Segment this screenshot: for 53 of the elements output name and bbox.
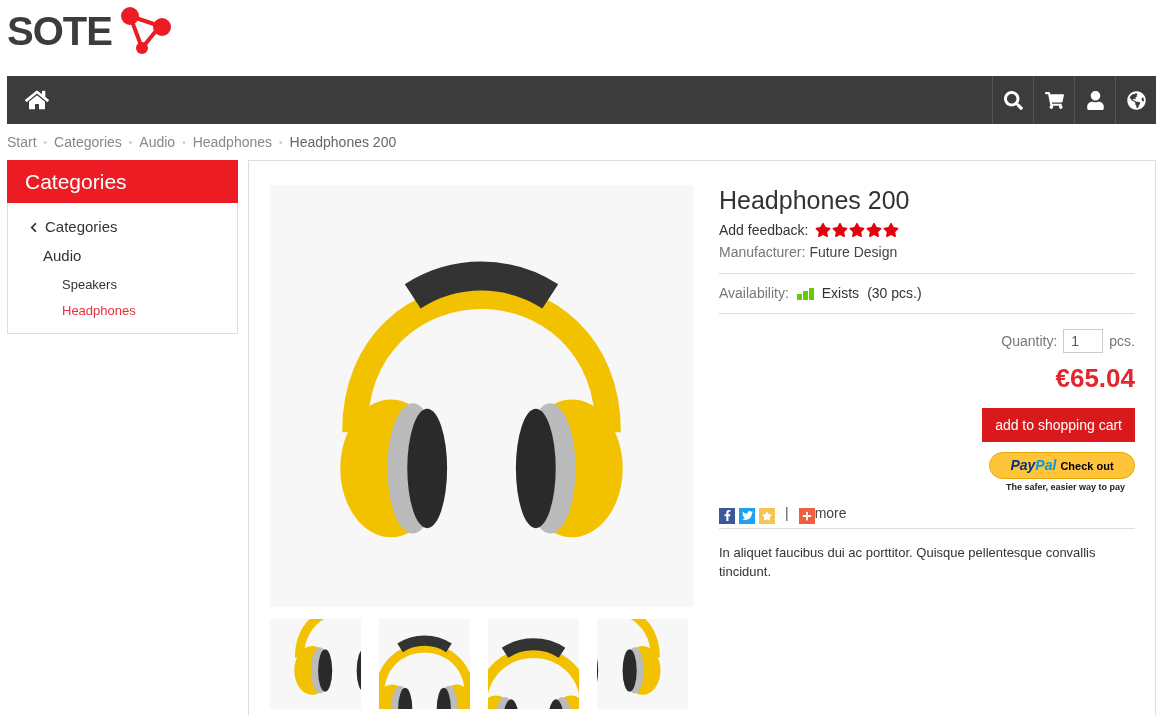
feedback-label: Add feedback: <box>719 220 809 240</box>
shopping-cart-icon <box>1044 90 1064 110</box>
back-link[interactable]: Categories <box>28 217 217 237</box>
home-button[interactable] <box>25 88 49 112</box>
breadcrumb-separator: • <box>128 135 133 150</box>
thumbnail-photo[interactable] <box>379 619 470 709</box>
thumbnail-photo[interactable] <box>488 619 579 709</box>
breadcrumb-link[interactable]: Start <box>7 131 37 153</box>
facebook-share-icon[interactable] <box>719 507 735 524</box>
category-link[interactable]: Headphones <box>62 301 217 321</box>
availability-bars-icon <box>796 287 814 300</box>
twitter-share-icon[interactable] <box>739 507 755 524</box>
breadcrumb-link[interactable]: Audio <box>139 131 176 153</box>
thumbnail-photo[interactable] <box>270 619 361 709</box>
category-link[interactable]: Audio <box>43 245 217 268</box>
plus-icon[interactable] <box>798 507 815 524</box>
sidebar-header: Categories <box>7 160 238 203</box>
breadcrumb-separator: • <box>279 135 283 150</box>
star-icon[interactable] <box>865 222 882 239</box>
chevron-left-icon <box>28 221 39 233</box>
category-link[interactable]: Speakers <box>62 274 217 294</box>
quantity-field[interactable]: 1 <box>1063 329 1104 354</box>
quantity-label: Quantity: <box>1001 331 1058 351</box>
star-icon[interactable] <box>814 222 831 239</box>
product-price: €65.04 <box>1055 362 1135 396</box>
manufacturer-label: Manufacturer: <box>719 243 806 263</box>
star-icon[interactable] <box>831 222 848 239</box>
product-description: In aliquet faucibus dui ac porttitor. Quisque pellentesque convallis tincidunt. <box>719 543 1097 581</box>
user-icon <box>1085 90 1105 110</box>
more-share-link[interactable]: more <box>814 502 847 524</box>
paypal-tagline: The safer, easier way to pay <box>1005 481 1125 495</box>
stock-count: (30 pcs.) <box>867 284 922 304</box>
thumbnail-photo[interactable] <box>597 619 688 709</box>
breadcrumb-link[interactable]: Headphones 200 <box>289 131 397 153</box>
breadcrumb-separator: • <box>43 135 48 150</box>
manufacturer-link[interactable]: Future Design <box>809 242 898 264</box>
paypal-checkout-button[interactable]: PayPal Check out <box>989 452 1135 480</box>
logo-text[interactable]: SOTE <box>7 11 112 51</box>
availability-label: Availability: <box>719 284 789 304</box>
share-separator: | <box>785 503 789 523</box>
product-title: Headphones 200 <box>719 185 911 216</box>
breadcrumb-link[interactable]: Headphones <box>192 131 273 153</box>
star-icon[interactable] <box>848 222 865 239</box>
breadcrumb-separator: • <box>182 135 186 150</box>
search-icon <box>1003 90 1023 110</box>
add-to-cart-button[interactable]: add to shopping cart <box>982 408 1135 443</box>
availability-status: Exists <box>821 284 860 304</box>
breadcrumb-link[interactable]: Categories <box>54 131 122 153</box>
quantity-unit: pcs. <box>1109 331 1135 351</box>
paypal-logo-text: PayPal <box>1010 456 1057 476</box>
star-icon[interactable] <box>882 222 899 239</box>
globe-icon <box>1126 90 1146 110</box>
star-rating[interactable] <box>814 222 899 239</box>
